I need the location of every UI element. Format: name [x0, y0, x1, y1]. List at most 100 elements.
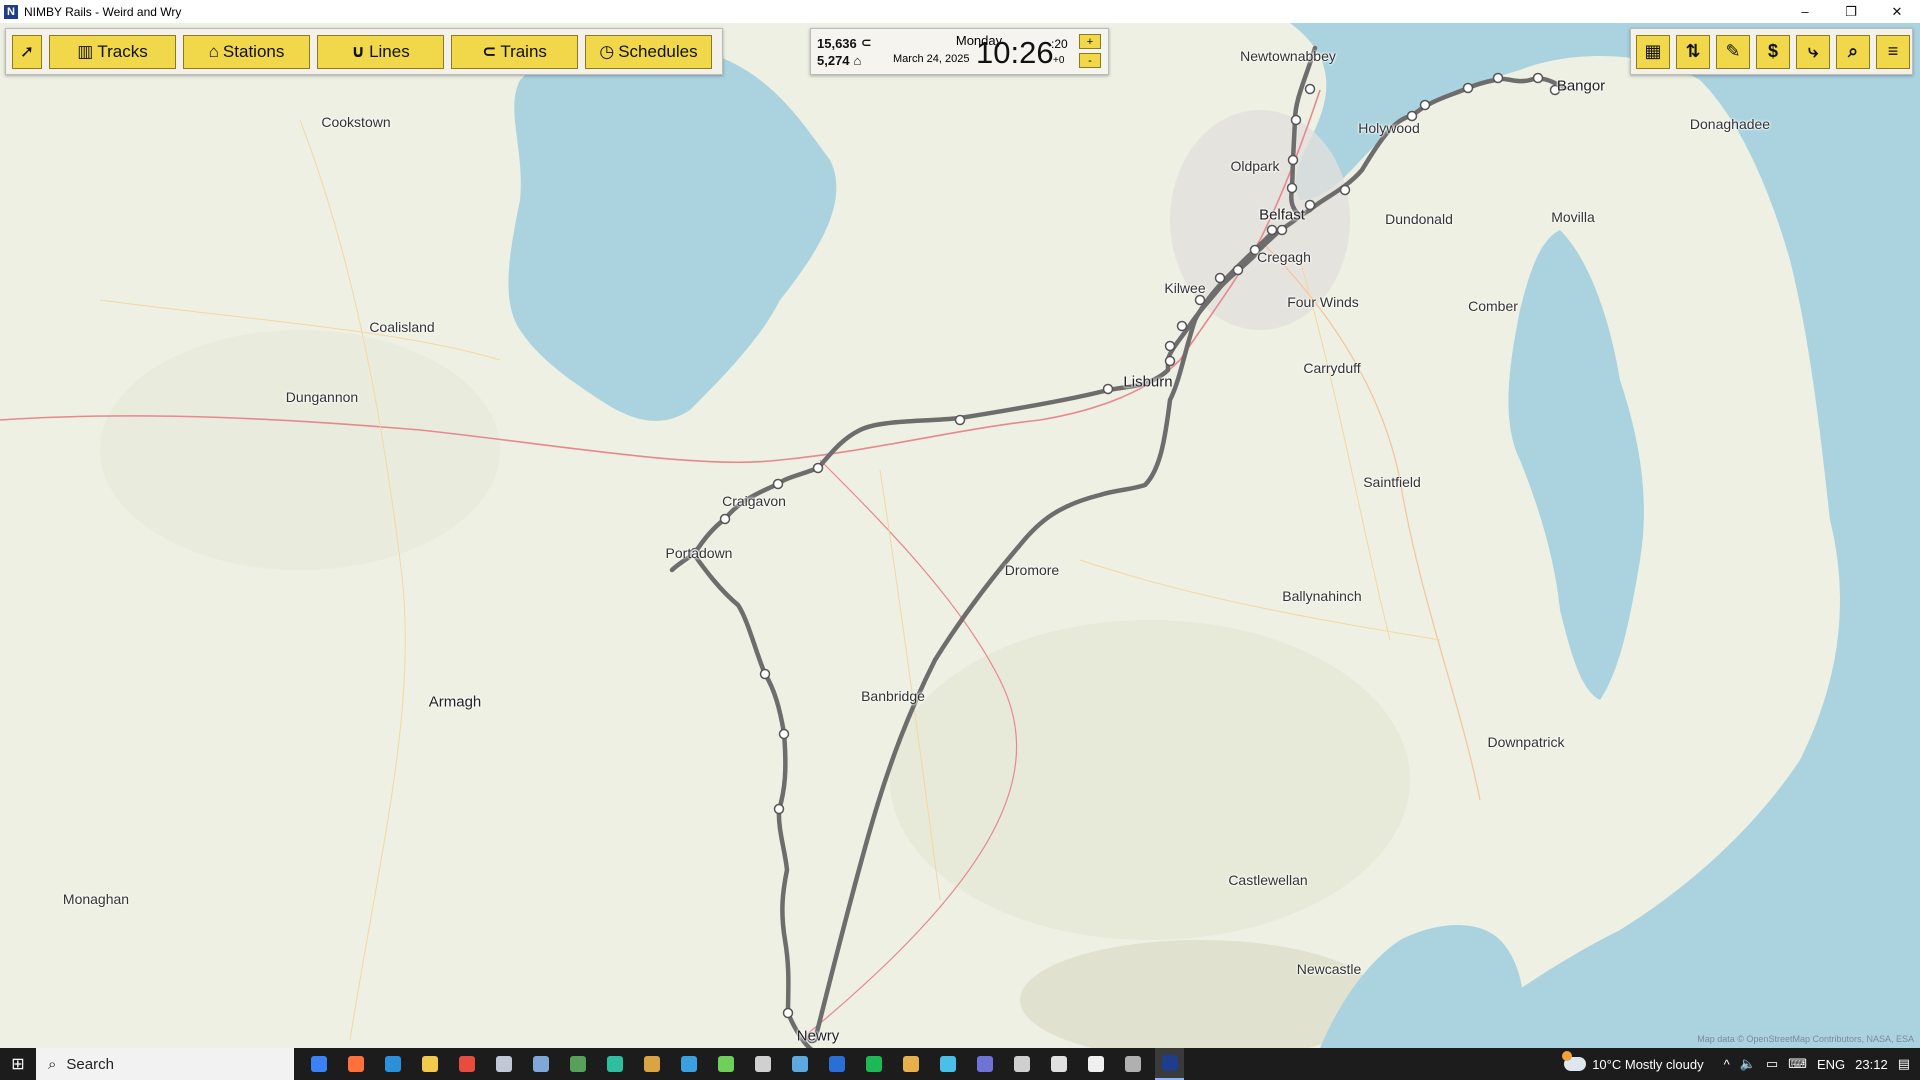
volume-icon[interactable]: 🔈 — [1740, 1056, 1756, 1072]
minimize-button[interactable]: – — [1782, 0, 1828, 23]
folder-app-icon — [421, 1056, 438, 1072]
settings-app-icon — [1013, 1056, 1030, 1072]
system-tray: 10°C Mostly cloudy ^ 🔈 ▭ ⌨ ENG 23:12 ▤ — [1562, 1048, 1920, 1080]
app-green-icon — [569, 1056, 586, 1072]
app-dark[interactable] — [1044, 1048, 1073, 1080]
close-button[interactable]: ✕ — [1874, 0, 1920, 23]
app-cyan[interactable] — [933, 1048, 962, 1080]
map-attribution: Map data © OpenStreetMap Contributors, N… — [1697, 1034, 1914, 1044]
app-yellow[interactable] — [896, 1048, 925, 1080]
edge-app[interactable] — [600, 1048, 629, 1080]
train-icon: ⊂ — [860, 35, 872, 50]
settings-app[interactable] — [1007, 1048, 1036, 1080]
place-label: Kilwee — [1164, 280, 1206, 296]
station-icon: ⌂ — [208, 41, 219, 61]
place-label: Cookstown — [321, 114, 391, 130]
lines-icon: ∪ — [351, 41, 366, 61]
notes-app[interactable] — [526, 1048, 555, 1080]
place-label: Armagh — [428, 693, 482, 711]
station-icon: ⌂ — [853, 53, 862, 68]
folder-app[interactable] — [415, 1048, 444, 1080]
select-tool-button[interactable]: ➚ — [12, 34, 42, 69]
app-blue[interactable] — [674, 1048, 703, 1080]
app-red[interactable] — [452, 1048, 481, 1080]
date-label: March 24, 2025 — [893, 53, 970, 65]
language-indicator[interactable]: ENG — [1817, 1057, 1845, 1072]
place-label: Dungannon — [285, 389, 359, 405]
app-white[interactable] — [1081, 1048, 1110, 1080]
speed-down-button[interactable]: - — [1079, 53, 1101, 68]
chevron-up-icon[interactable]: ^ — [1724, 1057, 1730, 1072]
schedules-button[interactable]: ◷ Schedules — [585, 34, 712, 69]
map-icon: ▦ — [1644, 41, 1662, 61]
signpost-icon: ⤷ — [1807, 41, 1819, 61]
network-icon[interactable]: ▭ — [1766, 1056, 1778, 1072]
sign-button[interactable]: ⤷ — [1796, 34, 1830, 69]
taskbar-clock[interactable]: 23:12 — [1855, 1057, 1888, 1072]
app-green[interactable] — [563, 1048, 592, 1080]
vscode-app[interactable] — [378, 1048, 407, 1080]
place-label: Newcastle — [1296, 961, 1362, 977]
app-multi-icon — [717, 1056, 734, 1072]
tickets-button[interactable]: ✎ — [1716, 34, 1750, 69]
spotify-app[interactable] — [859, 1048, 888, 1080]
search-button[interactable]: ⌕ — [1836, 34, 1870, 69]
place-label: Oldpark — [1230, 158, 1280, 174]
app-usb[interactable] — [1118, 1048, 1147, 1080]
steam-client-app[interactable] — [785, 1048, 814, 1080]
app-gray-icon — [754, 1056, 771, 1072]
app-teams[interactable] — [970, 1048, 999, 1080]
game-app[interactable] — [637, 1048, 666, 1080]
firefox-app-icon — [347, 1056, 364, 1072]
tracks-button[interactable]: ▥ Tracks — [49, 34, 176, 69]
steam-app[interactable] — [489, 1048, 518, 1080]
sort-icon: ⇅ — [1685, 41, 1701, 61]
notes-app-icon — [532, 1056, 549, 1072]
map-overlay-button[interactable]: ▦ — [1636, 34, 1670, 69]
menu-button[interactable]: ≡ — [1876, 34, 1910, 69]
passengers-stat: 5,274 ⌂ — [817, 53, 861, 68]
sort-button[interactable]: ⇅ — [1676, 34, 1710, 69]
start-button[interactable]: ⊞ — [0, 1048, 36, 1080]
right-toolbar: ▦ ⇅ ✎ $ ⤷ ⌕ ≡ — [1630, 28, 1913, 75]
map-view[interactable]: Newtownabbey Cookstown Bangor Holywood D… — [0, 23, 1920, 1048]
restore-button[interactable]: ❐ — [1828, 0, 1874, 23]
outlook-app[interactable] — [822, 1048, 851, 1080]
window-controls: – ❐ ✕ — [1782, 0, 1920, 23]
firefox-app[interactable] — [341, 1048, 370, 1080]
weather-widget[interactable]: 10°C Mostly cloudy — [1562, 1051, 1704, 1072]
nimby-app[interactable] — [1155, 1048, 1184, 1080]
place-label: Dromore — [1004, 562, 1060, 578]
trains-stat: 15,636 ⊂ — [817, 35, 872, 51]
app-usb-icon — [1124, 1056, 1141, 1072]
nimby-app-icon: N — [4, 4, 18, 19]
place-label: Lisburn — [1123, 373, 1173, 391]
vscode-app-icon — [384, 1056, 401, 1072]
taskbar-search[interactable]: ⌕ Search — [36, 1048, 294, 1080]
trains-button[interactable]: ⊂ Trains — [451, 34, 578, 69]
place-label: Banbridge — [861, 688, 925, 704]
place-label: Ballynahinch — [1282, 588, 1362, 604]
search-icon: ⌕ — [1847, 41, 1859, 61]
finance-button[interactable]: $ — [1756, 34, 1790, 69]
place-label: Castlewellan — [1228, 872, 1308, 888]
app-blue-icon — [680, 1056, 697, 1072]
keyboard-icon[interactable]: ⌨ — [1788, 1056, 1807, 1072]
main-toolbar: ➚ ▥ Tracks ⌂ Stations ∪ Lines ⊂ Trains ◷… — [5, 28, 723, 75]
lines-button[interactable]: ∪ Lines — [317, 34, 444, 69]
file-explorer-app[interactable] — [304, 1048, 333, 1080]
notifications-icon[interactable]: ▤ — [1898, 1056, 1910, 1072]
app-gray[interactable] — [748, 1048, 777, 1080]
game-clock: 10:26 — [976, 35, 1054, 70]
speed-up-button[interactable]: + — [1079, 34, 1101, 49]
app-multi[interactable] — [711, 1048, 740, 1080]
place-label: Downpatrick — [1487, 734, 1565, 750]
place-label: Four Winds — [1287, 294, 1359, 310]
tracks-icon: ▥ — [77, 41, 94, 61]
place-label: Carryduff — [1303, 360, 1361, 376]
ticket-icon: ✎ — [1725, 41, 1741, 61]
place-label: Newry — [796, 1027, 840, 1045]
time-offset: +0 — [1053, 55, 1065, 66]
place-label: Craigavon — [722, 493, 786, 509]
stations-button[interactable]: ⌂ Stations — [183, 34, 310, 69]
